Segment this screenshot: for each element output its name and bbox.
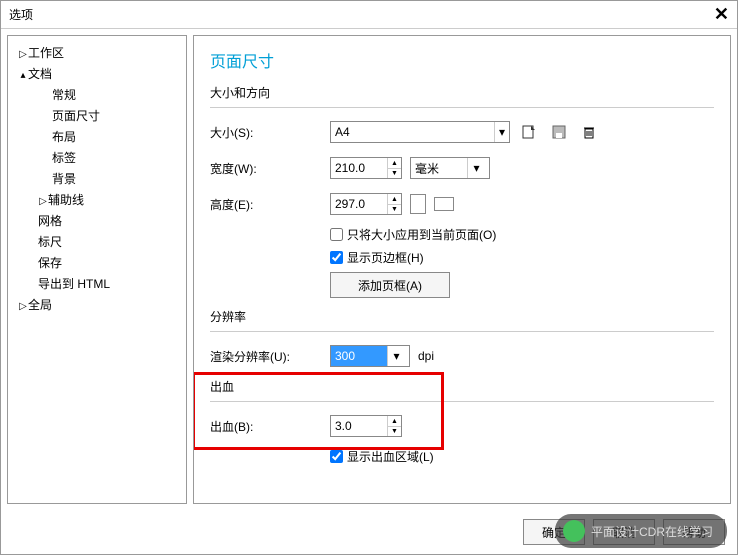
tree-background[interactable]: 背景 xyxy=(12,168,182,189)
show-bleed-checkbox[interactable] xyxy=(330,450,343,463)
label-width: 宽度(W): xyxy=(210,160,330,177)
width-spinner[interactable]: ▲▼ xyxy=(330,157,402,179)
dialog-body: ▷工作区 ▴文档 常规 页面尺寸 布局 标签 背景 ▷辅助线 网格 标尺 保存 … xyxy=(1,29,737,510)
height-input[interactable] xyxy=(331,194,387,214)
tree-global[interactable]: ▷全局 xyxy=(12,294,182,315)
label-show-border: 显示页边框(H) xyxy=(347,249,424,266)
tree-workspace[interactable]: ▷工作区 xyxy=(12,42,182,63)
main-panel: 页面尺寸 大小和方向 大小(S): ▾ 宽度(W): ▲▼ xyxy=(193,35,731,504)
render-res-input[interactable] xyxy=(331,346,387,366)
tree-layout[interactable]: 布局 xyxy=(12,126,182,147)
tree-page-size[interactable]: 页面尺寸 xyxy=(12,105,182,126)
row-bleed: 出血(B): ▲▼ xyxy=(210,412,714,440)
tree-grid[interactable]: 网格 xyxy=(12,210,182,231)
spin-down-icon[interactable]: ▼ xyxy=(387,168,401,178)
tree-guidelines[interactable]: ▷辅助线 xyxy=(12,189,182,210)
titlebar: 选项 ✕ xyxy=(1,1,737,29)
label-height: 高度(E): xyxy=(210,196,330,213)
chevron-down-icon[interactable]: ▾ xyxy=(387,346,405,366)
spin-down-icon[interactable]: ▼ xyxy=(387,204,401,214)
dialog-title: 选项 xyxy=(9,6,33,23)
label-bleed: 出血(B): xyxy=(210,418,330,435)
render-res-combo[interactable]: ▾ xyxy=(330,345,410,367)
add-frame-button[interactable]: 添加页框(A) xyxy=(330,272,450,298)
unit-combo[interactable]: ▾ xyxy=(410,157,490,179)
tree-document[interactable]: ▴文档 xyxy=(12,63,182,84)
chevron-right-icon: ▷ xyxy=(18,49,28,60)
divider xyxy=(210,107,714,108)
landscape-icon[interactable] xyxy=(434,197,454,211)
width-input[interactable] xyxy=(331,158,387,178)
watermark-overlay: 平面设计CDR在线学习 xyxy=(555,514,727,548)
delete-icon[interactable] xyxy=(578,121,600,143)
chevron-right-icon: ▷ xyxy=(18,301,28,312)
tree-sidebar: ▷工作区 ▴文档 常规 页面尺寸 布局 标签 背景 ▷辅助线 网格 标尺 保存 … xyxy=(7,35,187,504)
bleed-spinner[interactable]: ▲▼ xyxy=(330,415,402,437)
unit-input[interactable] xyxy=(411,158,467,178)
label-apply-current: 只将大小应用到当前页面(O) xyxy=(347,226,496,243)
options-dialog: 选项 ✕ ▷工作区 ▴文档 常规 页面尺寸 布局 标签 背景 ▷辅助线 网格 标… xyxy=(0,0,738,555)
section-bleed: 出血 xyxy=(210,378,714,395)
dialog-footer: 确定 取消 帮助 平面设计CDR在线学习 xyxy=(1,510,737,554)
tree-save[interactable]: 保存 xyxy=(12,252,182,273)
tree-ruler[interactable]: 标尺 xyxy=(12,231,182,252)
divider xyxy=(210,401,714,402)
spin-up-icon[interactable]: ▲ xyxy=(387,158,401,168)
height-spinner[interactable]: ▲▼ xyxy=(330,193,402,215)
spin-down-icon[interactable]: ▼ xyxy=(387,426,401,436)
page-preset-icon[interactable] xyxy=(518,121,540,143)
section-size: 大小和方向 xyxy=(210,84,714,101)
chevron-down-icon[interactable]: ▾ xyxy=(494,122,509,142)
chevron-down-icon[interactable]: ▾ xyxy=(467,158,485,178)
row-render-res: 渲染分辨率(U): ▾ dpi xyxy=(210,342,714,370)
spin-up-icon[interactable]: ▲ xyxy=(387,194,401,204)
label-size: 大小(S): xyxy=(210,124,330,141)
section-resolution: 分辨率 xyxy=(210,308,714,325)
label-dpi: dpi xyxy=(418,349,434,363)
save-icon[interactable] xyxy=(548,121,570,143)
wechat-icon xyxy=(563,520,585,542)
watermark-text: 平面设计CDR在线学习 xyxy=(591,523,713,540)
close-icon[interactable]: ✕ xyxy=(714,4,729,25)
bleed-input[interactable] xyxy=(331,416,387,436)
row-add-frame: 添加页框(A) xyxy=(330,272,714,298)
label-render-res: 渲染分辨率(U): xyxy=(210,348,330,365)
page-title: 页面尺寸 xyxy=(210,48,714,72)
portrait-icon[interactable] xyxy=(410,194,426,214)
row-height: 高度(E): ▲▼ xyxy=(210,190,714,218)
row-apply-current: 只将大小应用到当前页面(O) xyxy=(330,226,714,243)
label-show-bleed: 显示出血区域(L) xyxy=(347,448,434,465)
chevron-right-icon: ▷ xyxy=(38,196,48,207)
chevron-down-icon: ▴ xyxy=(18,70,28,81)
show-border-checkbox[interactable] xyxy=(330,251,343,264)
spin-up-icon[interactable]: ▲ xyxy=(387,416,401,426)
row-size: 大小(S): ▾ xyxy=(210,118,714,146)
size-input[interactable] xyxy=(331,122,494,142)
size-combo[interactable]: ▾ xyxy=(330,121,510,143)
tree-general[interactable]: 常规 xyxy=(12,84,182,105)
apply-current-checkbox[interactable] xyxy=(330,228,343,241)
row-width: 宽度(W): ▲▼ ▾ xyxy=(210,154,714,182)
row-show-border: 显示页边框(H) xyxy=(330,249,714,266)
tree-labels[interactable]: 标签 xyxy=(12,147,182,168)
tree-export-html[interactable]: 导出到 HTML xyxy=(12,273,182,294)
divider xyxy=(210,331,714,332)
row-show-bleed: 显示出血区域(L) xyxy=(330,448,714,465)
